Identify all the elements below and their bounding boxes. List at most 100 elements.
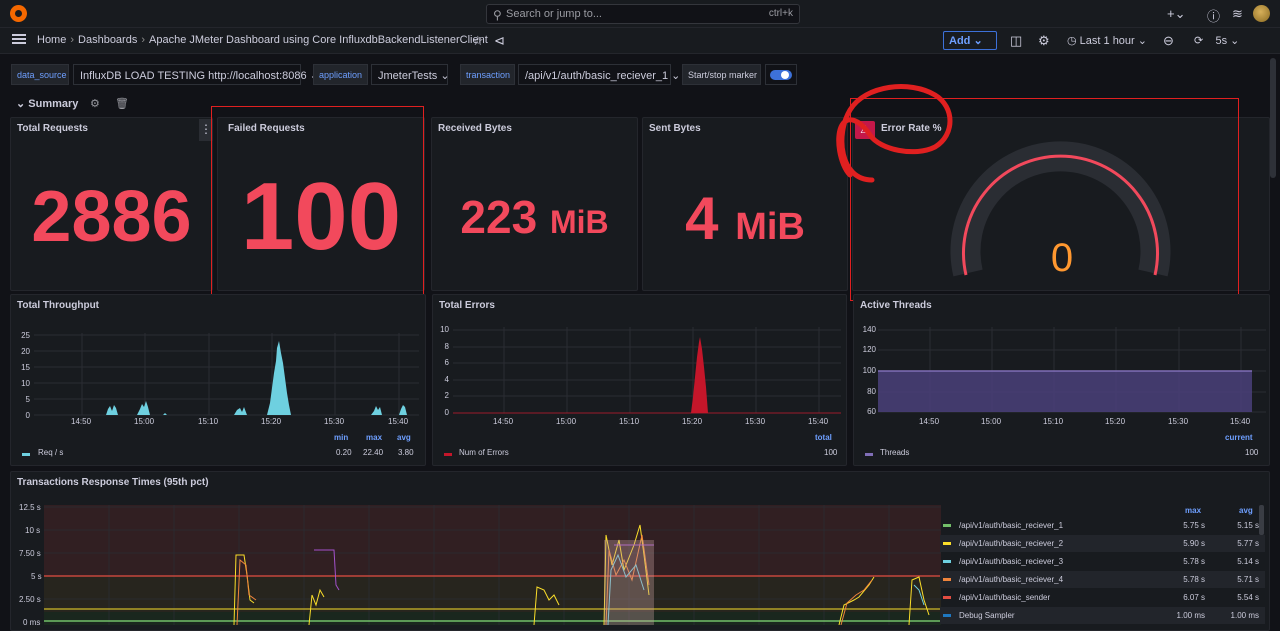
- star-icon[interactable]: ☆: [472, 33, 484, 49]
- x-tick: 15:20: [261, 417, 282, 426]
- search-shortcut: ctrl+k: [768, 8, 793, 19]
- legend-series-name[interactable]: Num of Errors: [459, 448, 509, 457]
- y-tick: 15: [21, 363, 30, 372]
- x-tick: 15:00: [981, 417, 1002, 426]
- top-bar: ⚲ Search or jump to... ctrl+k +⌄ ⓘ ≋: [0, 0, 1280, 28]
- panel-title: Transactions Response Times (95th pct): [17, 477, 209, 488]
- legend-swatch: [943, 524, 951, 527]
- var-select-data-source[interactable]: InfluxDB LOAD TESTING http://localhost:8…: [73, 64, 319, 85]
- legend-scrollbar[interactable]: [1259, 505, 1264, 535]
- rt-row-name: Debug Sampler: [959, 611, 1015, 620]
- breadcrumb-current: Apache JMeter Dashboard using Core Influ…: [149, 34, 488, 46]
- news-icon[interactable]: ≋: [1232, 6, 1243, 22]
- settings-gear-icon[interactable]: ⚙: [1038, 33, 1050, 49]
- var-label-data-source: data_source: [11, 64, 69, 85]
- panel-total-errors[interactable]: Total Errors 10 8 6 4 2 0 14:50 15:00 15…: [432, 294, 847, 466]
- breadcrumb-dashboards[interactable]: Dashboards: [78, 34, 137, 46]
- panel-sent-bytes[interactable]: Sent Bytes 4 MiB: [642, 117, 848, 291]
- rt-row-avg: 5.77 s: [1237, 539, 1259, 548]
- panel-total-throughput[interactable]: Total Throughput 25 20 15 10 5 0 14:50 1…: [10, 294, 426, 466]
- add-button[interactable]: Add ⌄: [943, 31, 997, 50]
- rt-row-max: 5.75 s: [1183, 521, 1205, 530]
- errors-series: [691, 337, 708, 413]
- x-tick: 15:40: [808, 417, 829, 426]
- legend-max: 22.40: [363, 448, 384, 457]
- row-delete-icon[interactable]: 🗑: [115, 97, 129, 110]
- breadcrumb-home[interactable]: Home: [37, 34, 66, 46]
- rt-legend-row[interactable]: /api/v1/auth/basic_sender 6.07 s 5.54 s: [940, 589, 1265, 606]
- y-tick: 120: [862, 345, 876, 354]
- errors-plot: [453, 327, 841, 414]
- y-tick: 4: [444, 375, 449, 384]
- share-icon[interactable]: ⊲: [494, 33, 505, 49]
- var-label-transaction: transaction: [460, 64, 515, 85]
- row-summary[interactable]: ⌄ Summary: [16, 97, 78, 110]
- legend-swatch: [943, 542, 951, 545]
- legend-header-total: total: [815, 433, 832, 442]
- legend-series-name[interactable]: Threads: [880, 448, 909, 457]
- stat-unit: MiB: [735, 206, 805, 248]
- rt-row-avg: 5.71 s: [1237, 575, 1259, 584]
- panel-title: Total Requests: [17, 123, 88, 134]
- legend-swatch: [943, 596, 951, 599]
- x-tick: 15:20: [682, 417, 703, 426]
- x-tick: 14:50: [919, 417, 940, 426]
- zoom-out-icon[interactable]: ⊖: [1163, 33, 1174, 49]
- legend-avg: 3.80: [398, 448, 414, 457]
- x-tick: 15:30: [745, 417, 766, 426]
- legend-header-min: min: [334, 433, 349, 442]
- rt-header-max: max: [1185, 506, 1202, 515]
- avatar[interactable]: [1253, 5, 1270, 22]
- panel-active-threads[interactable]: Active Threads 140 120 100 80 60 14:50 1…: [853, 294, 1270, 466]
- rt-row-avg: 5.54 s: [1237, 593, 1259, 602]
- x-tick: 14:50: [493, 417, 514, 426]
- start-stop-marker-toggle[interactable]: [765, 64, 797, 85]
- legend-series-name[interactable]: Req / s: [38, 448, 63, 457]
- panel-title: Total Errors: [439, 300, 495, 311]
- start-stop-marker-label: Start/stop marker: [682, 64, 761, 85]
- y-tick: 0: [444, 408, 449, 417]
- save-icon[interactable]: ◫: [1010, 33, 1022, 49]
- rt-legend-row[interactable]: Debug Sampler 1.00 ms 1.00 ms: [940, 607, 1265, 624]
- add-button-label: Add: [949, 35, 971, 47]
- dashboard-nav: Home › Dashboards › Apache JMeter Dashboard …: [0, 28, 1280, 54]
- panel-total-requests[interactable]: Total Requests 2886: [10, 117, 213, 291]
- plus-icon[interactable]: +⌄: [1167, 6, 1185, 22]
- x-tick: 15:00: [556, 417, 577, 426]
- panel-received-bytes[interactable]: Received Bytes 223 MiB: [431, 117, 638, 291]
- legend-header-max: max: [366, 433, 383, 442]
- y-tick: 12.5 s: [19, 503, 41, 512]
- y-tick: 5 s: [31, 572, 42, 581]
- time-picker[interactable]: ◷ Last 1 hour ⌄: [1067, 34, 1147, 47]
- grafana-logo-icon[interactable]: [10, 5, 27, 22]
- panel-title: Total Throughput: [17, 300, 100, 311]
- search-icon: ⚲: [493, 8, 502, 22]
- rt-legend-row[interactable]: /api/v1/auth/basic_reciever_2 5.90 s 5.7…: [940, 535, 1265, 552]
- y-tick: 7.50 s: [19, 549, 41, 558]
- help-icon[interactable]: ⓘ: [1207, 6, 1220, 25]
- panel-title: Sent Bytes: [649, 123, 701, 134]
- var-select-application[interactable]: JmeterTests ⌄: [371, 64, 450, 85]
- legend-total: 100: [824, 448, 838, 457]
- search-input[interactable]: ⚲ Search or jump to... ctrl+k: [486, 4, 800, 24]
- rt-legend-row[interactable]: /api/v1/auth/basic_reciever_3 5.78 s 5.1…: [940, 553, 1265, 570]
- search-placeholder: Search or jump to...: [506, 8, 602, 20]
- rt-row-max: 5.90 s: [1183, 539, 1205, 548]
- var-select-transaction[interactable]: /api/v1/auth/basic_reciever_1 ⌄: [518, 64, 680, 85]
- breadcrumb: Home › Dashboards › Apache JMeter Dashboard …: [37, 34, 488, 46]
- row-settings-icon[interactable]: ⚙: [90, 97, 100, 110]
- refresh-icon: ⟳: [1194, 35, 1204, 47]
- legend-swatch: [943, 614, 951, 617]
- rt-legend-row[interactable]: /api/v1/auth/basic_reciever_4 5.78 s 5.7…: [940, 571, 1265, 588]
- rt-legend-row[interactable]: /api/v1/auth/basic_reciever_1 5.75 s 5.1…: [940, 517, 1265, 534]
- y-tick: 60: [867, 407, 876, 416]
- x-tick: 15:40: [1230, 417, 1251, 426]
- throughput-series: [106, 341, 407, 415]
- refresh-picker[interactable]: ⟳ 5s ⌄: [1194, 34, 1239, 47]
- legend-min: 0.20: [336, 448, 352, 457]
- menu-icon[interactable]: [12, 34, 26, 44]
- page-scrollbar[interactable]: [1270, 58, 1276, 308]
- x-tick: 15:30: [1168, 417, 1189, 426]
- panel-title: Received Bytes: [438, 123, 512, 134]
- stat-value: 2886: [31, 177, 192, 257]
